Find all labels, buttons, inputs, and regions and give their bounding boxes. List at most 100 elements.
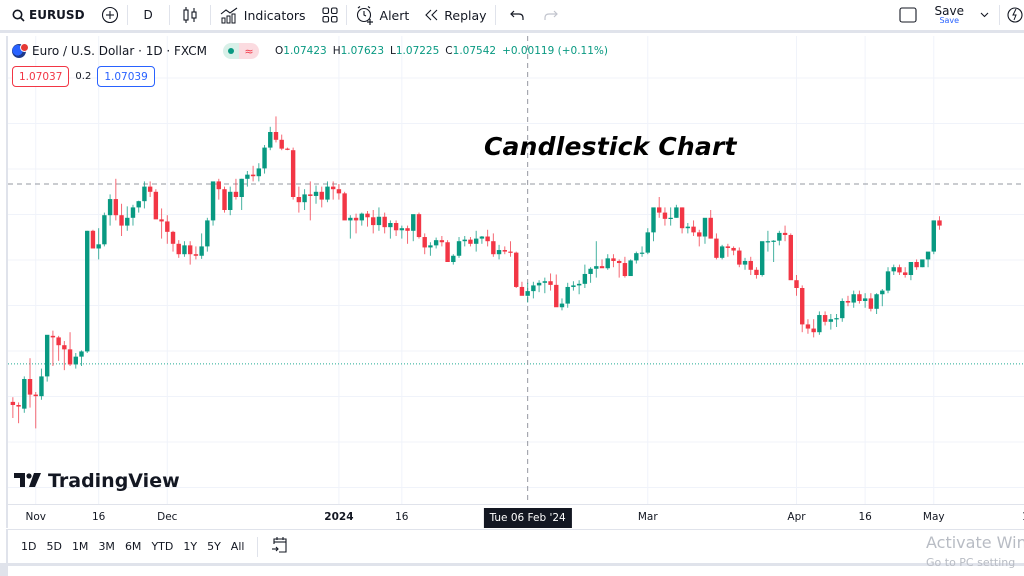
- candle: [130, 204, 136, 226]
- candle-body: [199, 246, 204, 256]
- range-5y[interactable]: 5Y: [202, 540, 226, 553]
- candles: [10, 116, 942, 429]
- candle: [651, 207, 656, 242]
- candle-body: [262, 147, 267, 169]
- symbol-search-button[interactable]: EURUSD: [0, 0, 93, 32]
- candle: [937, 216, 942, 230]
- range-1y[interactable]: 1Y: [178, 540, 202, 553]
- candle: [416, 212, 422, 239]
- low-value: 1.07225: [395, 45, 440, 57]
- range-ytd[interactable]: YTD: [146, 540, 178, 553]
- range-6m[interactable]: 6M: [120, 540, 147, 553]
- candle: [828, 314, 834, 330]
- candle-body: [485, 236, 490, 242]
- layouts-button[interactable]: [314, 0, 346, 32]
- range-3m[interactable]: 3M: [93, 540, 120, 553]
- save-menu-button[interactable]: [970, 0, 999, 32]
- close-key: C: [445, 45, 453, 57]
- candle: [33, 392, 38, 429]
- candle-body: [348, 217, 353, 221]
- candle: [496, 244, 502, 260]
- indicators-button[interactable]: Indicators: [211, 0, 314, 32]
- candle: [920, 259, 925, 268]
- candle: [502, 246, 507, 255]
- candle: [639, 246, 645, 257]
- candle-body: [159, 219, 164, 222]
- candle: [462, 236, 467, 247]
- lightning-search-icon: [1006, 6, 1024, 24]
- sell-button[interactable]: 1.07037: [12, 66, 70, 87]
- candle-body: [874, 294, 879, 309]
- candle: [788, 233, 793, 281]
- candle-body: [931, 220, 936, 252]
- candle-body: [868, 298, 874, 309]
- candle-body: [845, 301, 851, 303]
- candle: [182, 241, 187, 257]
- replay-button[interactable]: Replay: [417, 0, 494, 32]
- candle: [611, 254, 616, 268]
- compare-symbol-button[interactable]: [93, 0, 127, 32]
- market-status-pill[interactable]: ≈: [223, 43, 259, 59]
- candle: [840, 298, 845, 322]
- candle-body: [79, 351, 84, 357]
- go-to-date-button[interactable]: [266, 536, 294, 557]
- candle-body: [411, 214, 416, 231]
- range-divider: [257, 536, 259, 557]
- instrument-title[interactable]: Euro / U.S. Dollar · 1D · FXCM: [32, 44, 207, 58]
- candle: [199, 233, 204, 259]
- interval-button[interactable]: D: [128, 0, 169, 32]
- candle: [153, 189, 159, 220]
- range-1m[interactable]: 1M: [67, 540, 94, 553]
- candle-body: [674, 207, 679, 218]
- candle-body: [622, 263, 628, 277]
- candle: [411, 214, 416, 242]
- chart-pane[interactable]: [6, 36, 1024, 504]
- redo-button[interactable]: [534, 0, 568, 32]
- candle-body: [147, 186, 153, 192]
- candle: [376, 207, 382, 231]
- range-5d[interactable]: 5D: [41, 540, 66, 553]
- candle-body: [536, 282, 542, 286]
- time-axis-tick-label: May: [922, 511, 945, 523]
- candle-body: [479, 236, 485, 239]
- candle-body: [880, 290, 885, 295]
- quick-search-button[interactable]: [1000, 0, 1024, 32]
- candle: [205, 217, 210, 252]
- crosshair-date-label: Tue 06 Feb '24: [483, 508, 572, 528]
- candle: [107, 194, 113, 226]
- candle: [714, 233, 719, 260]
- candle: [228, 186, 233, 216]
- buy-button[interactable]: 1.07039: [97, 66, 155, 87]
- fullscreen-toggle-button[interactable]: [887, 0, 929, 32]
- candle-body: [691, 226, 696, 233]
- candle-body: [376, 216, 382, 226]
- candle: [96, 228, 101, 260]
- time-axis[interactable]: Nov16Dec202416MarApr16May1Tue 06 Feb '24: [6, 504, 1024, 528]
- candle-body: [73, 356, 78, 365]
- candle-body: [456, 241, 462, 256]
- candle-body: [10, 401, 16, 405]
- candle-body: [107, 199, 113, 216]
- candle: [491, 233, 496, 257]
- undo-button[interactable]: [496, 0, 534, 32]
- alarm-clock-icon: [355, 5, 375, 25]
- candle-body: [685, 226, 691, 229]
- save-button[interactable]: Save Save: [929, 0, 970, 32]
- candle: [113, 178, 119, 221]
- redo-icon: [543, 9, 558, 21]
- candle: [754, 267, 759, 279]
- candle: [90, 229, 96, 249]
- alert-button[interactable]: Alert: [347, 0, 418, 32]
- candle: [10, 397, 16, 418]
- spread-value: 0.2: [75, 71, 92, 82]
- candlestick-chart[interactable]: [8, 36, 1024, 504]
- candle-body: [239, 178, 244, 197]
- candle: [439, 236, 445, 247]
- market-open-dot-icon: [223, 43, 239, 59]
- candle: [39, 368, 44, 400]
- chart-type-button[interactable]: [170, 0, 210, 32]
- interval-label: D: [143, 8, 153, 22]
- range-1d[interactable]: 1D: [16, 540, 41, 553]
- time-axis-tick-label: Dec: [157, 511, 178, 523]
- range-all[interactable]: All: [226, 540, 250, 553]
